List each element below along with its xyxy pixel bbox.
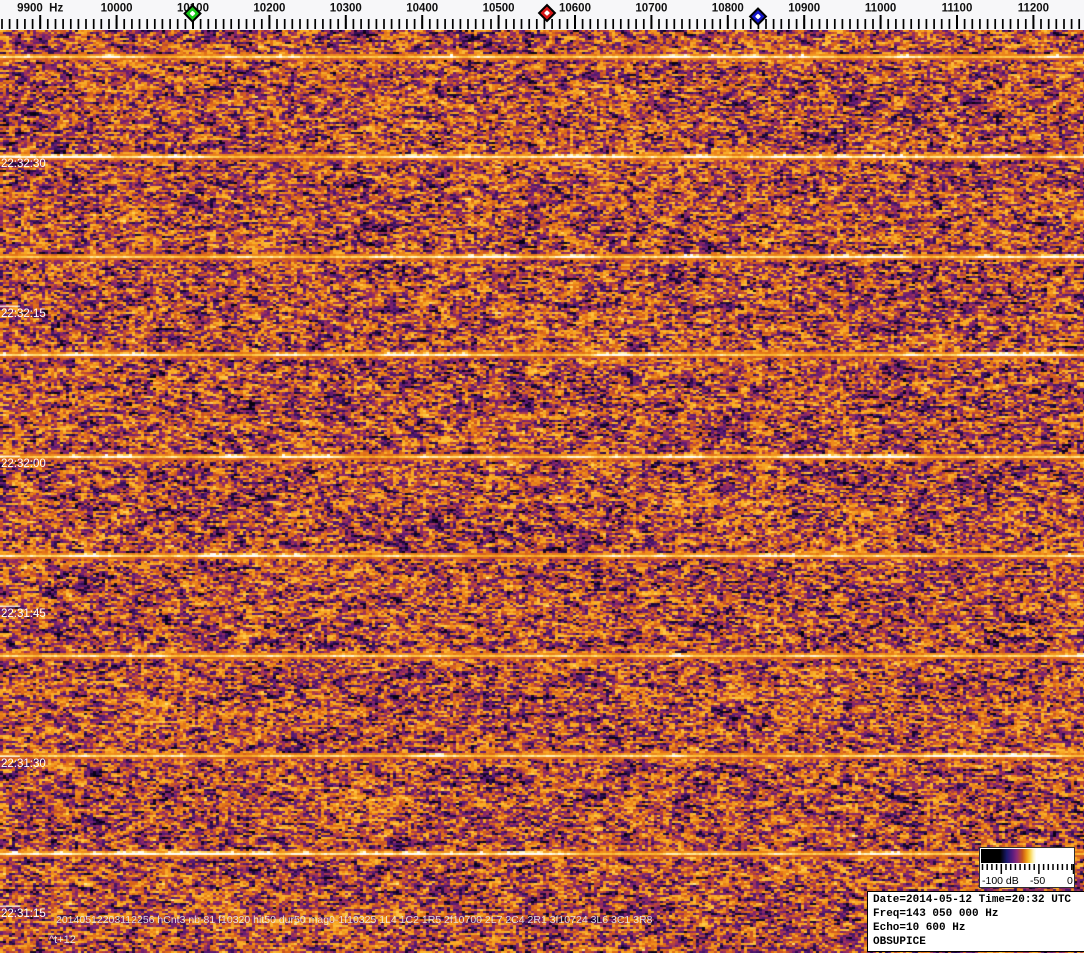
svg-text:10900: 10900 <box>788 3 820 15</box>
svg-text:10500: 10500 <box>483 3 515 15</box>
svg-text:10200: 10200 <box>253 3 285 15</box>
svg-text:11000: 11000 <box>865 3 896 15</box>
svg-text:10600: 10600 <box>559 3 591 15</box>
svg-text:10300: 10300 <box>330 3 362 15</box>
svg-text:10800: 10800 <box>712 3 744 15</box>
svg-text:10000: 10000 <box>101 3 133 15</box>
svg-text:11100: 11100 <box>942 3 973 15</box>
svg-text:10700: 10700 <box>635 3 667 15</box>
svg-text:10400: 10400 <box>406 3 438 15</box>
svg-text:11200: 11200 <box>1018 3 1049 15</box>
svg-text:9900 Hz: 9900 Hz <box>17 3 63 15</box>
